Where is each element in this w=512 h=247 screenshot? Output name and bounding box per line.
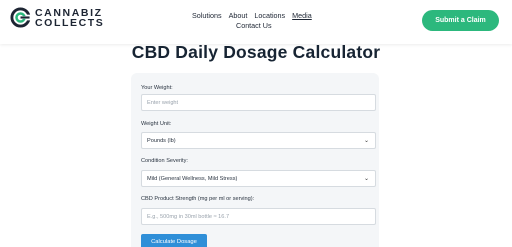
- weight-unit-label: Weight Unit:: [141, 121, 172, 127]
- product-strength-label: CBD Product Strength (mg per ml or servi…: [141, 196, 255, 202]
- chevron-down-icon: ⌄: [363, 176, 369, 182]
- calculator-form: Your Weight: Enter weight Weight Unit: P…: [131, 73, 379, 247]
- chevron-down-icon: ⌄: [363, 138, 369, 144]
- condition-severity-select[interactable]: Mild (General Wellness, Mild Stress) ⌄: [141, 170, 376, 187]
- weight-label: Your Weight:: [141, 85, 173, 91]
- nav-locations[interactable]: Locations: [254, 11, 285, 21]
- brand-line-2: COLLECTS: [35, 16, 105, 29]
- brand-wordmark: CANNABIZ COLLECTS: [35, 6, 105, 29]
- weight-unit-value: Pounds (lb): [147, 137, 176, 144]
- calculate-dosage-button[interactable]: Calculate Dosage: [141, 234, 207, 247]
- page-title: CBD Daily Dosage Calculator: [131, 42, 381, 62]
- product-strength-input[interactable]: E.g., 500mg in 30ml bottle ≈ 16.7: [141, 208, 376, 225]
- site-header: CANNABIZ COLLECTS Solutions About Locati…: [0, 0, 512, 44]
- weight-input[interactable]: Enter weight: [141, 94, 376, 111]
- main-nav: Solutions About Locations Media Contact …: [192, 11, 320, 31]
- nav-contact-us[interactable]: Contact Us: [236, 21, 272, 30]
- nav-media[interactable]: Media: [292, 11, 312, 21]
- brand-line-1: CANNABIZ: [35, 6, 103, 19]
- condition-severity-value: Mild (General Wellness, Mild Stress): [147, 175, 238, 182]
- brand-logo-icon: [10, 7, 31, 28]
- nav-solutions[interactable]: Solutions: [192, 11, 222, 21]
- nav-about[interactable]: About: [229, 11, 248, 21]
- weight-unit-select[interactable]: Pounds (lb) ⌄: [141, 132, 376, 149]
- condition-severity-label: Condition Severity:: [141, 158, 188, 164]
- submit-claim-button[interactable]: Submit a Claim: [422, 10, 499, 31]
- brand-logo[interactable]: CANNABIZ COLLECTS: [10, 7, 104, 28]
